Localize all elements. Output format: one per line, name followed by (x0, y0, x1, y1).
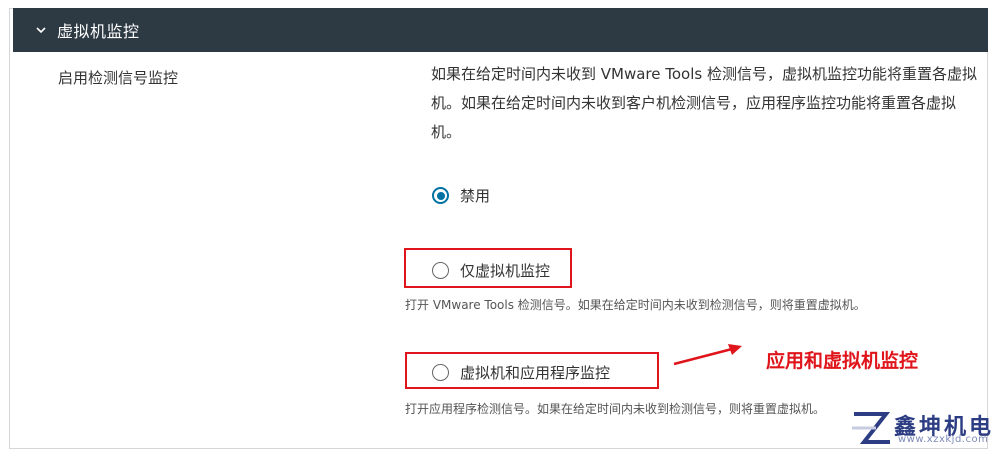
section-title: 虚拟机监控 (57, 22, 140, 41)
radio-unchecked-icon[interactable] (432, 364, 449, 381)
setting-label: 启用检测信号监控 (58, 69, 179, 87)
chevron-down-icon[interactable] (29, 18, 53, 42)
radio-vm-only[interactable]: 仅虚拟机监控 (432, 260, 550, 281)
section-header[interactable]: 虚拟机监控 (13, 8, 988, 52)
radio-disabled[interactable]: 禁用 (432, 185, 490, 206)
annotation-arrow-icon (673, 344, 742, 366)
radio-vm-and-app[interactable]: 虚拟机和应用程序监控 (432, 362, 610, 383)
radio-disabled-label: 禁用 (460, 187, 491, 205)
radio-vm-and-app-label: 虚拟机和应用程序监控 (460, 364, 611, 382)
radio-vm-only-hint: 打开 VMware Tools 检测信号。如果在给定时间内未收到检测信号，则将重… (405, 298, 866, 312)
annotation-text: 应用和虚拟机监控 (766, 350, 919, 372)
setting-description: 如果在给定时间内未收到 VMware Tools 检测信号，虚拟机监控功能将重置… (431, 65, 977, 141)
watermark-url: www.xzxkjd.com (898, 434, 989, 445)
radio-vm-and-app-hint: 打开应用程序检测信号。如果在给定时间内未收到检测信号，则将重置虚拟机。 (405, 402, 826, 416)
radio-vm-only-label: 仅虚拟机监控 (460, 262, 551, 280)
radio-unchecked-icon[interactable] (432, 262, 449, 279)
radio-checked-icon[interactable] (432, 187, 449, 204)
